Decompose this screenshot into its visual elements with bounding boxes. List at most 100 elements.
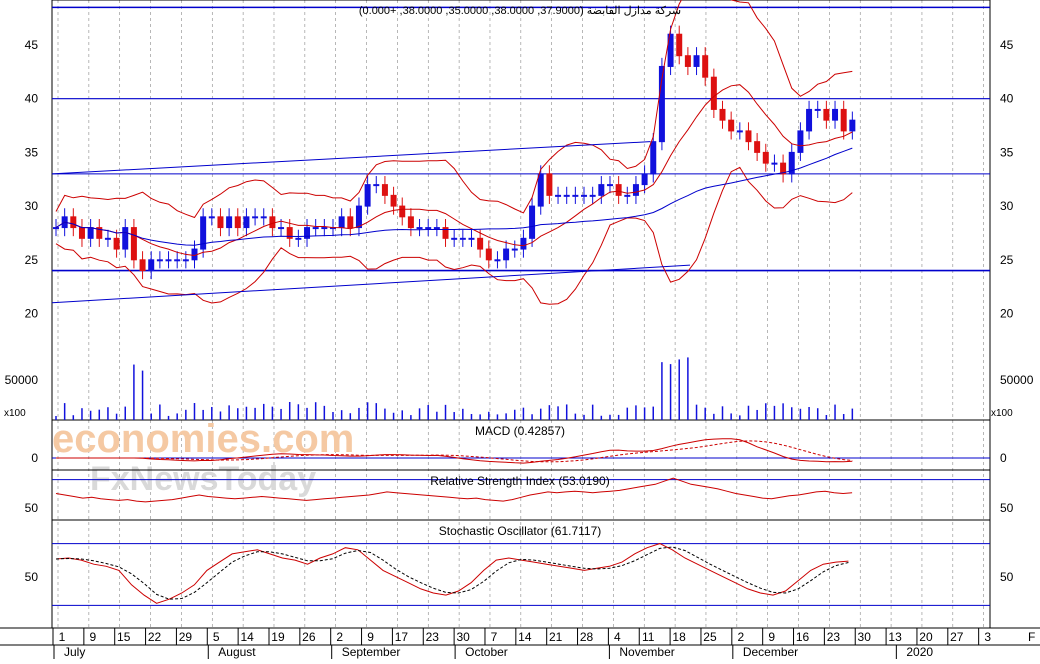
candle-body-52 (503, 248, 510, 261)
candle-body-89 (823, 108, 830, 121)
stoch-d-line (55, 546, 849, 600)
candle-body-26 (278, 227, 285, 230)
upper-band (55, 0, 853, 219)
x-axis: 1 9 15 22 29 5 14 19 26 2 9 17 23 30 7 14 21 28 4 11 18 25 2 9 1… (52, 628, 1035, 659)
macd-tick-right: 0 (1000, 451, 1007, 465)
rsi-tick-left: 50 (25, 501, 39, 515)
x-day-label-10: 9 (367, 630, 374, 644)
candle-body-8 (122, 227, 129, 250)
candle-body-22 (243, 216, 250, 229)
x-day-label-13: 30 (456, 630, 470, 644)
candle-body-44 (433, 227, 440, 230)
candle-body-65 (615, 184, 622, 196)
candle-body-28 (295, 237, 302, 240)
x-day-label-15: 14 (518, 630, 532, 644)
candle-body-74 (693, 55, 700, 67)
volume-tick-right: 50000 (1000, 373, 1034, 387)
candle-body-53 (511, 248, 518, 251)
candle-body-87 (806, 108, 813, 132)
x-day-label-21: 25 (703, 630, 717, 644)
candle-body-3 (78, 227, 85, 239)
candle-body-47 (459, 237, 466, 240)
x-day-label-14: 7 (491, 630, 498, 644)
candle-body-55 (529, 205, 536, 239)
candle-body-23 (252, 216, 259, 219)
price-tick-left-2: 35 (25, 145, 39, 159)
price-tick-left-4: 25 (25, 253, 39, 267)
candle-body-67 (632, 184, 639, 196)
candle-body-10 (139, 259, 146, 272)
candle-body-83 (771, 162, 778, 165)
candle-body-6 (104, 237, 111, 240)
candle-body-12 (156, 259, 163, 262)
x-month-label-1: August (218, 645, 256, 659)
rsi-tick-right: 50 (1000, 501, 1014, 515)
candle-body-66 (624, 194, 631, 197)
x-day-label-26: 30 (858, 630, 872, 644)
candle-body-0 (53, 227, 59, 230)
candle-body-59 (563, 194, 570, 197)
candle-body-49 (477, 237, 484, 250)
rsi-title: Relative Strength Index (53.0190) (430, 474, 609, 488)
candle-body-35 (355, 205, 362, 229)
x-day-label-22: 2 (737, 630, 744, 644)
candle-body-64 (606, 184, 613, 187)
x-day-label-28: 20 (919, 630, 933, 644)
x-day-label-6: 14 (240, 630, 254, 644)
candle-body-15 (182, 259, 189, 262)
candle-body-68 (641, 173, 648, 186)
candle-body-36 (364, 184, 371, 207)
candle-body-69 (650, 141, 657, 175)
x-extra-letter: F (1028, 630, 1035, 644)
x-day-label-30: 3 (984, 630, 991, 644)
candle-body-2 (70, 216, 77, 229)
x-day-label-19: 11 (642, 630, 655, 644)
price-tick-right-5: 20 (1000, 307, 1014, 321)
candle-body-21 (234, 216, 241, 229)
x-day-label-9: 2 (336, 630, 343, 644)
candle-body-7 (113, 237, 120, 250)
candle-body-77 (719, 108, 726, 121)
candle-body-41 (407, 216, 414, 229)
x-month-label-4: November (619, 645, 674, 659)
candle-body-38 (381, 184, 388, 196)
x-day-label-20: 18 (672, 630, 686, 644)
x-day-label-25: 23 (827, 630, 841, 644)
candle-body-13 (165, 259, 172, 262)
candle-body-90 (832, 108, 839, 121)
candle-body-91 (840, 108, 847, 132)
candle-body-14 (174, 259, 181, 262)
x-day-label-8: 26 (302, 630, 316, 644)
candle-body-40 (399, 205, 406, 218)
candle-body-86 (797, 130, 804, 153)
candle-body-24 (260, 216, 267, 219)
panel-frames (0, 0, 1040, 646)
chart-title: شركة مدازل القابضة (37.9000, 38.0000, 35… (359, 5, 681, 17)
price-tick-right-3: 30 (1000, 199, 1014, 213)
price-y-ticks: 45 45 40 40 35 35 30 30 25 25 20 20 (25, 38, 1014, 321)
candle-body-46 (451, 237, 458, 240)
candle-body-42 (416, 227, 423, 230)
x-day-label-23: 9 (768, 630, 775, 644)
x-day-label-4: 29 (179, 630, 193, 644)
stoch-title: Stochastic Oscillator (61.7117) (439, 524, 602, 538)
candle-body-81 (754, 141, 761, 153)
x-day-label-27: 13 (888, 630, 902, 644)
price-tick-right-0: 45 (1000, 38, 1014, 52)
candle-body-34 (347, 216, 354, 229)
price-tick-left-1: 40 (25, 92, 39, 106)
volume-multiplier-left: x100 (4, 408, 26, 419)
price-tick-right-2: 35 (1000, 145, 1014, 159)
candle-body-43 (425, 227, 432, 230)
candle-body-37 (373, 184, 380, 187)
candle-body-19 (217, 216, 224, 229)
candle-body-73 (684, 55, 691, 67)
x-month-label-3: October (465, 645, 508, 659)
candle-body-4 (87, 227, 94, 239)
trend-line-upper (51, 141, 651, 175)
candle-body-62 (589, 194, 596, 197)
candle-body-11 (148, 259, 155, 272)
candle-body-58 (555, 194, 562, 197)
candle-body-79 (736, 130, 743, 133)
candle-body-88 (814, 108, 821, 111)
